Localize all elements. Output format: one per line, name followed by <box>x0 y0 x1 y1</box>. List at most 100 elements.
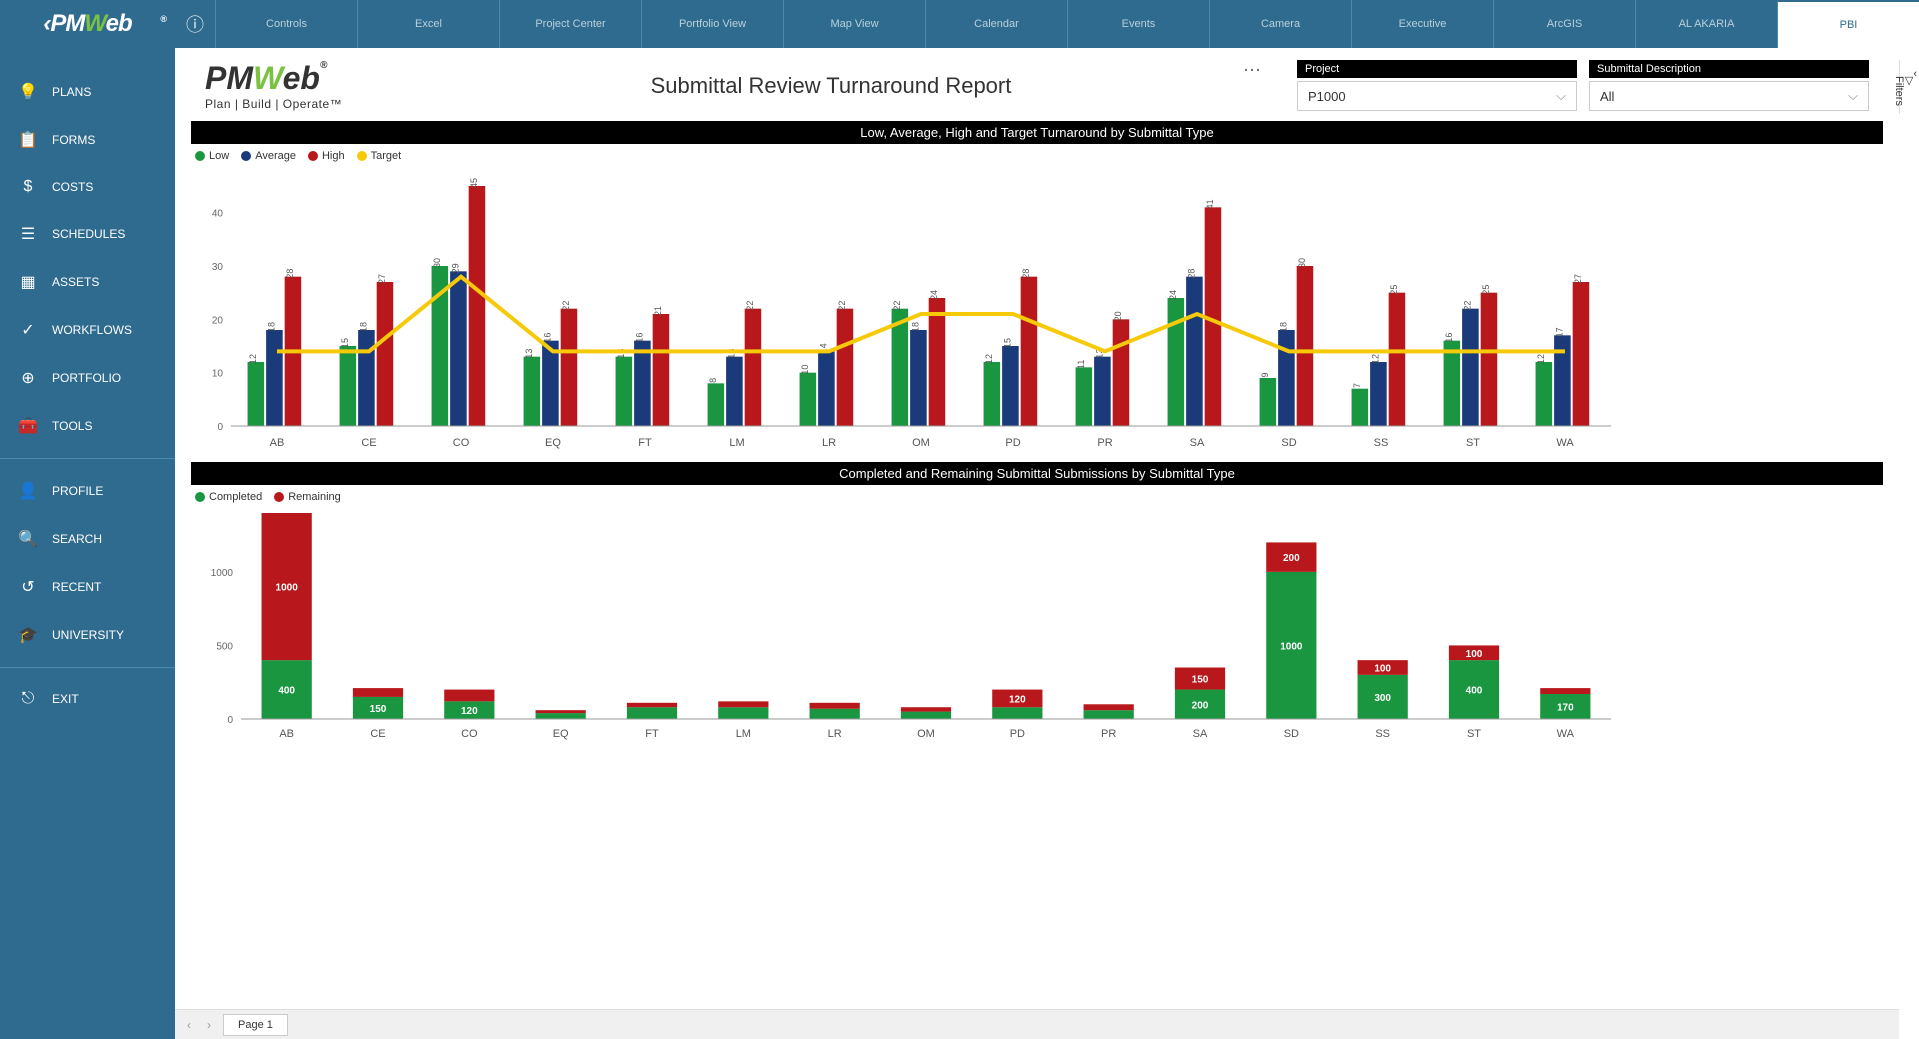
svg-text:AB: AB <box>279 728 294 740</box>
sidebar-item-tools[interactable]: 🧰TOOLS <box>0 402 175 450</box>
svg-text:150: 150 <box>1192 675 1209 686</box>
top-tab-arcgis[interactable]: ArcGIS <box>1493 0 1635 48</box>
tools-icon: 🧰 <box>18 416 38 436</box>
portfolio-icon: ⊕ <box>18 368 38 388</box>
svg-text:28: 28 <box>285 269 295 279</box>
svg-text:24: 24 <box>1168 290 1178 300</box>
bar <box>1084 710 1134 719</box>
bar <box>536 713 586 719</box>
bar <box>1370 362 1387 426</box>
svg-text:500: 500 <box>216 641 233 652</box>
svg-text:CO: CO <box>461 728 478 740</box>
svg-text:EQ: EQ <box>545 437 561 449</box>
pager-page[interactable]: Page 1 <box>223 1014 288 1036</box>
bar <box>1021 277 1038 426</box>
sidebar-item-forms[interactable]: 📋FORMS <box>0 116 175 164</box>
top-tab-executive[interactable]: Executive <box>1351 0 1493 48</box>
svg-text:16: 16 <box>542 333 552 343</box>
legend-item: Completed <box>195 491 262 503</box>
bar <box>524 357 541 426</box>
svg-text:SA: SA <box>1190 437 1205 449</box>
bar <box>901 712 951 719</box>
bar <box>377 282 394 426</box>
svg-text:29: 29 <box>450 263 460 273</box>
svg-text:PD: PD <box>1010 728 1025 740</box>
schedules-icon: ☰ <box>18 224 38 244</box>
bar <box>266 330 283 426</box>
svg-text:1000: 1000 <box>1280 641 1303 652</box>
svg-text:12: 12 <box>984 354 994 364</box>
top-tab-pbi[interactable]: PBI <box>1777 0 1919 48</box>
sidebar-item-recent[interactable]: ↺RECENT <box>0 563 175 611</box>
bar <box>1260 378 1277 426</box>
plans-icon: 💡 <box>18 82 38 102</box>
workflows-icon: ✓ <box>18 320 38 340</box>
svg-text:150: 150 <box>370 704 387 715</box>
sidebar-item-costs[interactable]: $COSTS <box>0 164 175 210</box>
university-icon: 🎓 <box>18 625 38 645</box>
top-tab-controls[interactable]: Controls <box>215 0 357 48</box>
svg-text:22: 22 <box>745 301 755 311</box>
svg-text:AB: AB <box>270 437 285 449</box>
chart1-area: 010203040121828AB151827CE302945CO131622E… <box>191 166 1883 456</box>
svg-text:40: 40 <box>212 209 224 220</box>
top-tab-events[interactable]: Events <box>1067 0 1209 48</box>
bar <box>1352 389 1369 426</box>
bar <box>818 351 835 426</box>
sidebar-item-assets[interactable]: ▦ASSETS <box>0 258 175 306</box>
bar <box>561 309 578 426</box>
svg-text:30: 30 <box>212 262 224 273</box>
bar <box>800 373 817 426</box>
bar <box>929 298 946 426</box>
sidebar-item-university[interactable]: 🎓UNIVERSITY <box>0 611 175 659</box>
sidebar-item-plans[interactable]: 💡PLANS <box>0 68 175 116</box>
svg-text:OM: OM <box>917 728 935 740</box>
top-tab-map-view[interactable]: Map View <box>783 0 925 48</box>
svg-text:22: 22 <box>1462 301 1472 311</box>
svg-text:SD: SD <box>1284 728 1299 740</box>
bar <box>1389 293 1406 426</box>
svg-text:30: 30 <box>1297 258 1307 268</box>
top-tab-calendar[interactable]: Calendar <box>925 0 1067 48</box>
svg-text:LR: LR <box>822 437 836 449</box>
top-tab-project-center[interactable]: Project Center <box>499 0 641 48</box>
svg-text:15: 15 <box>1002 338 1012 348</box>
svg-text:CE: CE <box>361 437 376 449</box>
costs-icon: $ <box>18 178 38 196</box>
bar <box>358 330 375 426</box>
bar <box>1168 298 1185 426</box>
svg-text:12: 12 <box>248 354 258 364</box>
sidebar-item-profile[interactable]: 👤PROFILE <box>0 467 175 515</box>
info-icon[interactable]: ⓘ <box>175 11 215 37</box>
svg-text:ST: ST <box>1466 437 1480 449</box>
pager-prev[interactable]: ‹ <box>183 1018 195 1032</box>
bar <box>353 688 403 697</box>
filter-select-project[interactable]: P1000⌵ <box>1297 81 1577 111</box>
pager-next[interactable]: › <box>203 1018 215 1032</box>
sidebar-item-exit[interactable]: ⎋EXIT <box>0 676 175 722</box>
svg-text:7: 7 <box>1352 383 1362 388</box>
top-tab-excel[interactable]: Excel <box>357 0 499 48</box>
top-tab-portfolio-view[interactable]: Portfolio View <box>641 0 783 48</box>
sidebar-item-portfolio[interactable]: ⊕PORTFOLIO <box>0 354 175 402</box>
top-tabs: ControlsExcelProject CenterPortfolio Vie… <box>215 0 1919 48</box>
bar <box>745 309 762 426</box>
bar <box>627 707 677 719</box>
sidebar-item-workflows[interactable]: ✓WORKFLOWS <box>0 306 175 354</box>
sidebar-item-schedules[interactable]: ☰SCHEDULES <box>0 210 175 258</box>
legend-item: Remaining <box>274 491 341 503</box>
svg-text:PR: PR <box>1097 437 1112 449</box>
filter-select-submittal-description[interactable]: All⌵ <box>1589 81 1869 111</box>
more-icon[interactable]: ⋯ <box>1237 60 1267 81</box>
bar <box>1573 282 1590 426</box>
bar <box>1462 309 1479 426</box>
svg-text:120: 120 <box>1009 694 1026 705</box>
bar <box>708 383 725 426</box>
top-tab-camera[interactable]: Camera <box>1209 0 1351 48</box>
sidebar-item-search[interactable]: 🔍SEARCH <box>0 515 175 563</box>
filters-panel-toggle[interactable]: ‹ ▽ Filters <box>1899 60 1919 114</box>
svg-text:25: 25 <box>1389 285 1399 295</box>
top-tab-al-akaria[interactable]: AL AKARIA <box>1635 0 1777 48</box>
svg-text:13: 13 <box>524 349 534 359</box>
bar <box>1540 688 1590 694</box>
